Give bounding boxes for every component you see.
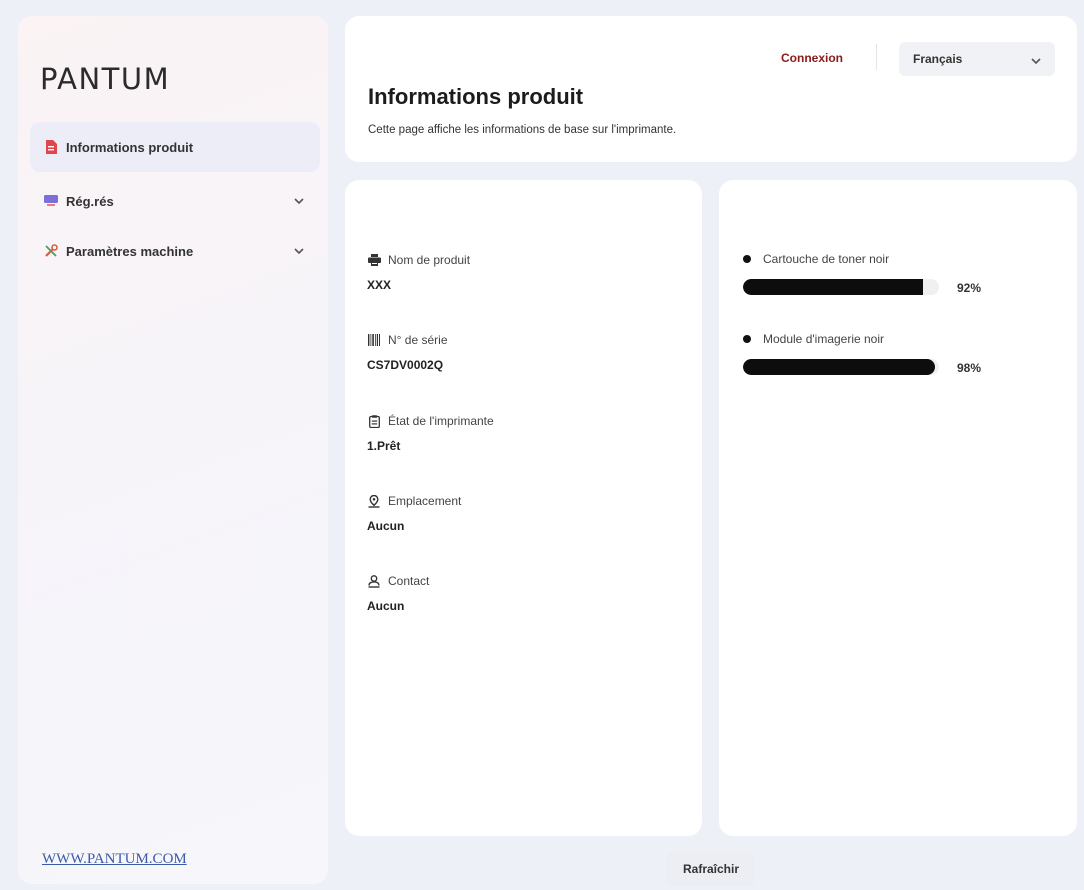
language-select[interactable]: Français: [899, 42, 1055, 76]
bullet-dot-icon: [743, 255, 751, 263]
sidebar-item-product-info[interactable]: Informations produit: [30, 122, 320, 172]
pantum-website-link[interactable]: WWW.PANTUM.COM: [42, 851, 187, 868]
field-label: Emplacement: [388, 494, 462, 508]
product-info-card: Nom de produit XXX N° de série CS7DV0002…: [345, 180, 702, 836]
sidebar-item-label: Informations produit: [66, 139, 194, 155]
field-label: Contact: [388, 574, 430, 588]
field-label: N° de série: [388, 333, 448, 347]
location-field: Emplacement Aucun: [367, 493, 461, 533]
clipboard-icon: [367, 414, 381, 428]
field-value: Aucun: [367, 599, 405, 613]
bullet-dot-icon: [743, 335, 751, 343]
network-icon: [44, 194, 58, 208]
tools-icon: [44, 244, 58, 258]
supply-label: Cartouche de toner noir: [763, 252, 890, 266]
pantum-logo: PANTUM: [40, 62, 171, 96]
field-value: CS7DV0002Q: [367, 358, 444, 372]
sidebar-item-label: Paramètres machine: [66, 243, 194, 259]
sidebar-item-label: Rég.rés: [66, 193, 114, 209]
location-pin-icon: [367, 494, 381, 508]
field-value: Aucun: [367, 519, 405, 533]
field-value: XXX: [367, 278, 392, 292]
field-label: État de l'imprimante: [388, 414, 494, 428]
supply-level-fill: [743, 279, 924, 295]
chevron-down-icon: [1031, 54, 1041, 68]
supply-percent: 92%: [957, 281, 982, 295]
supply-level-fill: [743, 359, 936, 375]
document-icon: [44, 140, 58, 154]
supply-imaging-module: Module d'imagerie noir 98%: [743, 331, 1063, 375]
field-label: Nom de produit: [388, 253, 471, 267]
sidebar-item-network[interactable]: Rég.rés: [30, 176, 320, 226]
supply-percent: 98%: [957, 361, 982, 375]
barcode-icon: [367, 333, 381, 347]
supplies-card: Cartouche de toner noir 92% Module d'ima…: [719, 180, 1077, 836]
printer-status-field: État de l'imprimante 1.Prêt: [367, 413, 494, 453]
chevron-down-icon: [294, 243, 304, 258]
page-title: Informations produit: [368, 84, 584, 109]
language-selected-value: Français: [913, 52, 963, 66]
contact-field: Contact Aucun: [367, 573, 429, 613]
header-card: Connexion Français Informations produit …: [345, 16, 1077, 162]
refresh-button[interactable]: Rafraîchir: [667, 852, 755, 886]
printer-icon: [367, 253, 381, 267]
supply-label: Module d'imagerie noir: [763, 332, 885, 346]
supply-level-bar: [743, 279, 939, 295]
field-value: 1.Prêt: [367, 439, 401, 453]
product-name-field: Nom de produit XXX: [367, 252, 470, 292]
chevron-down-icon: [294, 193, 304, 208]
header-divider: [876, 44, 877, 70]
supply-level-bar: [743, 359, 939, 375]
supply-toner: Cartouche de toner noir 92%: [743, 251, 1063, 295]
sidebar-item-machine-settings[interactable]: Paramètres machine: [30, 226, 320, 276]
page-description: Cette page affiche les informations de b…: [368, 124, 677, 136]
sidebar: PANTUM Informations produit Rég.rés Para…: [18, 16, 328, 884]
serial-number-field: N° de série CS7DV0002Q: [367, 332, 448, 372]
person-icon: [367, 574, 381, 588]
login-link[interactable]: Connexion: [781, 51, 843, 65]
